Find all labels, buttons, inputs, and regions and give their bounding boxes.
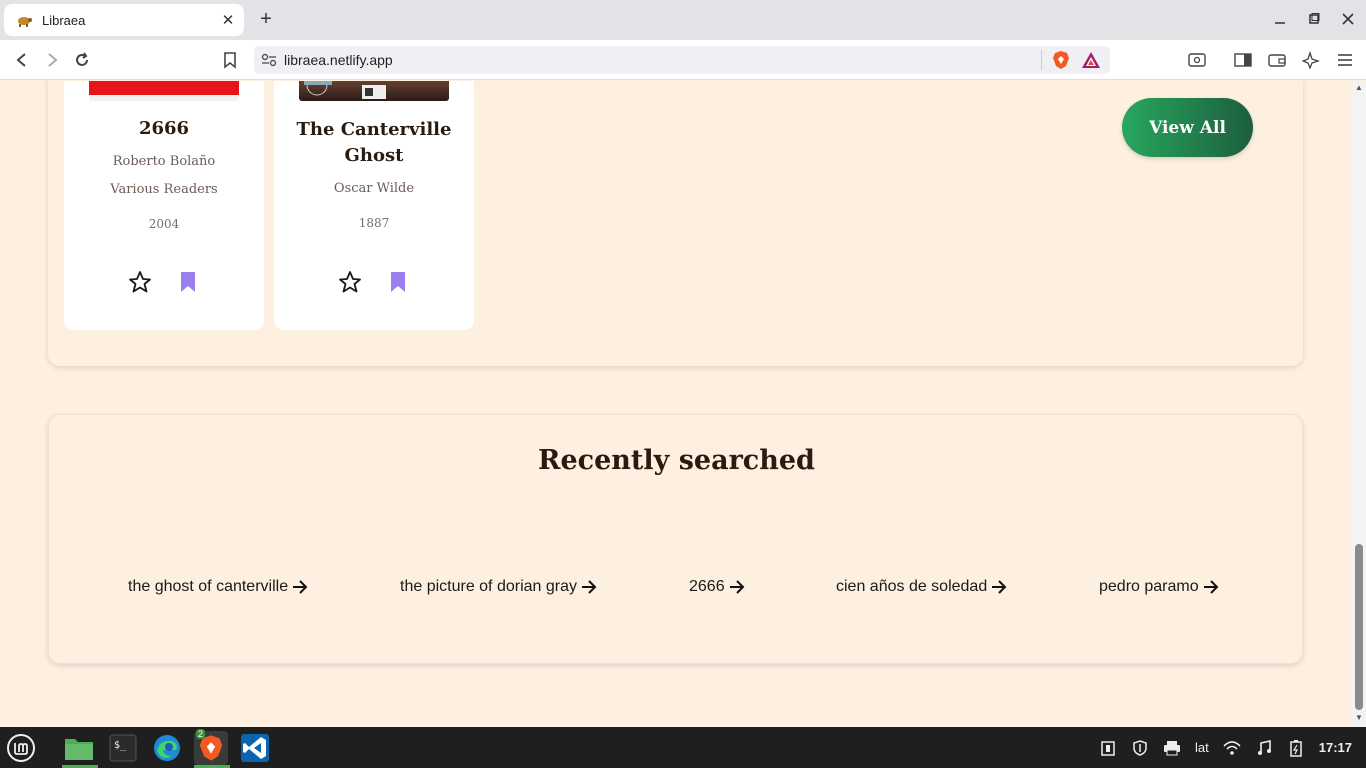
card-actions <box>274 270 474 294</box>
arrow-right-icon <box>580 579 598 595</box>
url-bar[interactable]: libraea.netlify.app <box>254 46 1110 74</box>
system-tray: lat 17:17 <box>1099 727 1352 768</box>
wifi-icon[interactable] <box>1223 739 1241 757</box>
recent-search-item[interactable]: cien años de soledad <box>836 578 1008 596</box>
reload-icon[interactable] <box>70 48 94 72</box>
brave-rewards-icon[interactable] <box>1080 49 1102 71</box>
battery-icon[interactable] <box>1287 739 1305 757</box>
close-icon[interactable]: ✕ <box>220 12 236 29</box>
book-year: 1887 <box>358 216 390 230</box>
view-all-button[interactable]: View All <box>1122 98 1253 157</box>
music-note-icon[interactable] <box>1255 739 1273 757</box>
scroll-down-icon[interactable]: ▼ <box>1354 713 1364 723</box>
recent-search-item[interactable]: the picture of dorian gray <box>400 578 598 596</box>
browser-tab[interactable]: Libraea ✕ <box>4 4 244 36</box>
brave-shields-icon[interactable] <box>1050 49 1072 71</box>
mint-menu-icon[interactable] <box>4 731 38 765</box>
search-tabs-icon[interactable] <box>1186 49 1208 71</box>
recent-search-text: the ghost of canterville <box>128 578 289 595</box>
recent-search-text: pedro paramo <box>1099 578 1199 595</box>
recent-search-text: 2666 <box>689 578 725 595</box>
turtle-icon <box>16 12 32 28</box>
star-icon[interactable] <box>338 270 362 294</box>
new-tab-button[interactable]: + <box>256 9 276 30</box>
arrow-right-icon <box>1202 579 1220 595</box>
book-title: 2666 <box>138 118 190 139</box>
window-count-badge: 2 <box>196 729 206 739</box>
book-author: Oscar Wilde <box>333 181 415 196</box>
url-text: libraea.netlify.app <box>284 52 393 68</box>
forward-icon[interactable] <box>40 48 64 72</box>
book-card[interactable]: The Canterville Ghost Oscar Wilde 1887 <box>274 81 474 330</box>
tab-title: Libraea <box>42 12 86 28</box>
arrow-right-icon <box>291 579 309 595</box>
site-settings-icon[interactable] <box>254 53 284 67</box>
sidebar-icon[interactable] <box>1232 49 1254 71</box>
bookmark-page-icon[interactable] <box>218 48 242 72</box>
toolbar-right-tools <box>1186 49 1356 71</box>
url-divider <box>1041 50 1042 70</box>
recent-search-item[interactable]: pedro paramo <box>1099 578 1220 596</box>
page-content: 2666 Roberto Bolaño Various Readers 2004… <box>0 81 1352 711</box>
star-icon[interactable] <box>128 270 152 294</box>
edge-browser-icon[interactable] <box>150 731 184 765</box>
wallet-icon[interactable] <box>1266 49 1288 71</box>
recent-search-text: the picture of dorian gray <box>400 578 577 595</box>
os-taskbar: $_ 2 lat 17:17 <box>0 727 1366 768</box>
section-title: Recently searched <box>538 445 815 476</box>
terminal-app-icon[interactable]: $_ <box>106 731 140 765</box>
close-window-icon[interactable] <box>1338 8 1358 30</box>
maximize-icon[interactable] <box>1304 8 1324 30</box>
card-actions <box>64 270 264 294</box>
keyboard-layout[interactable]: lat <box>1195 740 1209 755</box>
scroll-thumb[interactable] <box>1355 544 1363 710</box>
book-cover-image[interactable] <box>299 81 449 101</box>
book-narrator: Various Readers <box>110 182 218 197</box>
brave-browser-icon[interactable]: 2 <box>194 729 228 765</box>
book-author: Roberto Bolaño <box>112 154 216 169</box>
browser-toolbar: libraea.netlify.app <box>0 40 1366 80</box>
book-cover-image[interactable] <box>89 81 239 101</box>
recent-search-item[interactable]: the ghost of canterville <box>128 578 309 596</box>
clock[interactable]: 17:17 <box>1319 740 1352 755</box>
vscode-app-icon[interactable] <box>238 731 272 765</box>
menu-icon[interactable] <box>1334 49 1356 71</box>
bookmark-icon[interactable] <box>386 270 410 294</box>
arrow-right-icon <box>990 579 1008 595</box>
shield-icon[interactable] <box>1131 739 1149 757</box>
recently-searched-section: Recently searched the ghost of cantervil… <box>48 414 1303 664</box>
page-scrollbar[interactable]: ▲ ▼ <box>1352 81 1366 727</box>
window-controls <box>1270 8 1358 30</box>
books-section: 2666 Roberto Bolaño Various Readers 2004… <box>48 81 1303 366</box>
recent-search-text: cien años de soledad <box>836 578 988 595</box>
files-app-icon[interactable] <box>62 731 96 765</box>
scroll-up-icon[interactable]: ▲ <box>1354 83 1364 93</box>
recent-search-item[interactable]: 2666 <box>689 578 746 596</box>
book-card[interactable]: 2666 Roberto Bolaño Various Readers 2004 <box>64 81 264 330</box>
book-year: 2004 <box>148 217 180 231</box>
browser-tab-bar: Libraea ✕ + <box>0 0 1366 40</box>
book-title: The Canterville Ghost <box>296 119 452 166</box>
minimize-icon[interactable] <box>1270 8 1290 30</box>
leo-ai-icon[interactable] <box>1300 49 1322 71</box>
clipboard-icon[interactable] <box>1099 739 1117 757</box>
arrow-right-icon <box>728 579 746 595</box>
back-icon[interactable] <box>10 48 34 72</box>
printer-icon[interactable] <box>1163 739 1181 757</box>
svg-text:$_: $_ <box>114 740 127 751</box>
bookmark-icon[interactable] <box>176 270 200 294</box>
